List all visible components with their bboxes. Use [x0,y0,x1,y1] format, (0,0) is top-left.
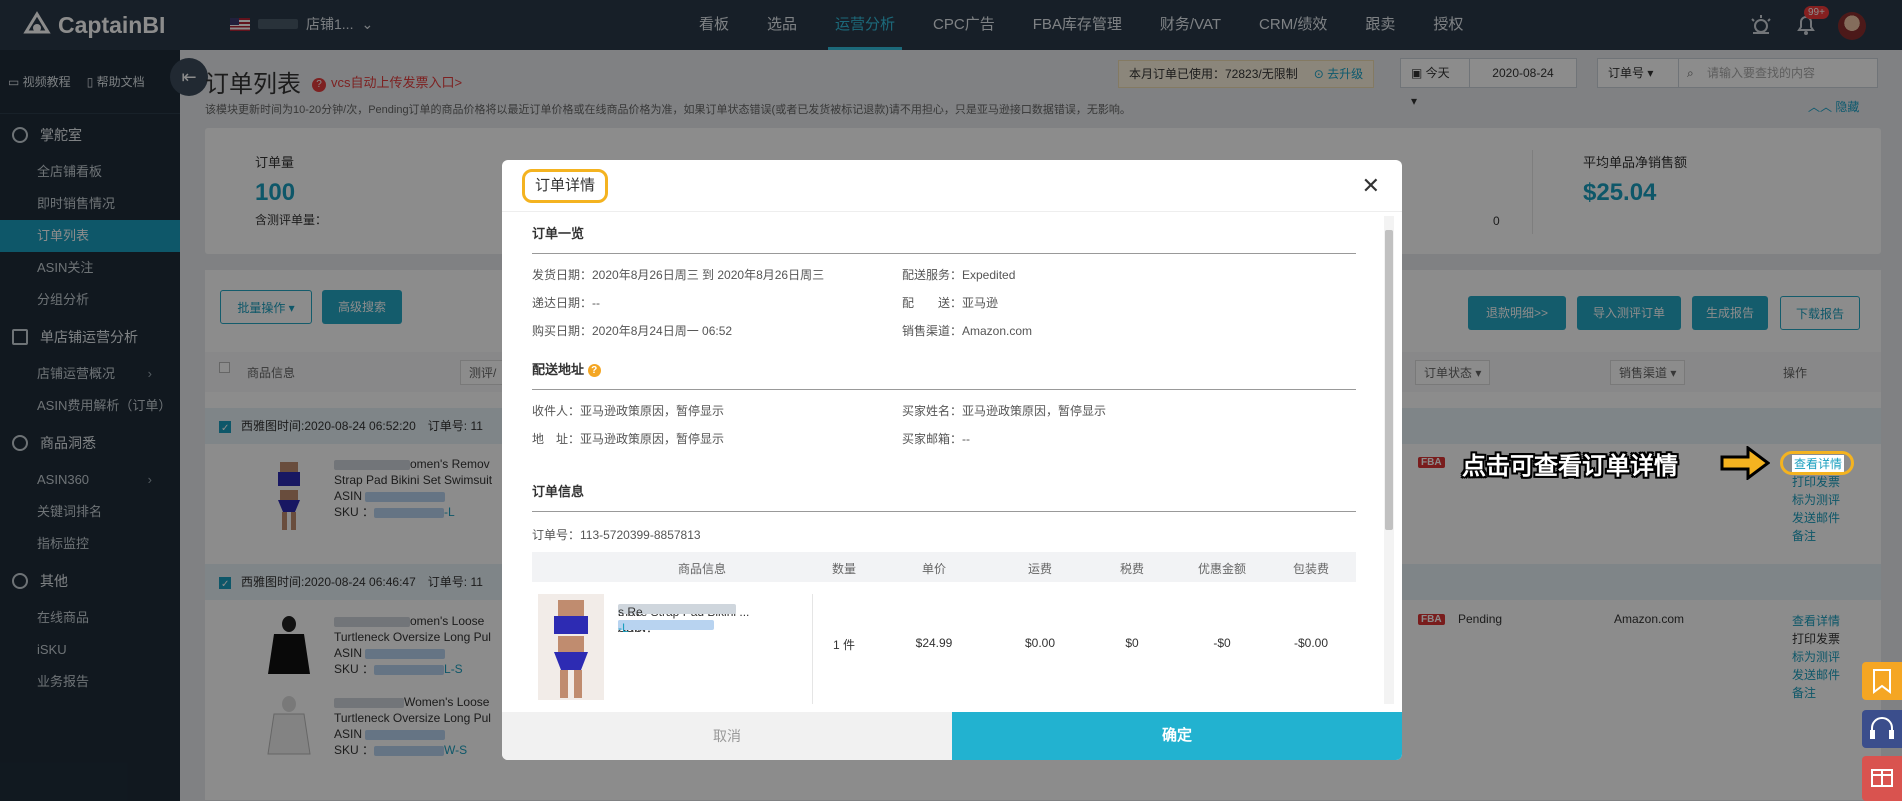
section-overview: 订单一览 [532,212,1356,254]
ship-service: 配送服务：Expedited [902,268,1016,282]
modal-header: 订单详情 ✕ [502,160,1402,212]
buyer-name: 买家姓名：亚马逊政策原因，暂停显示 [902,404,1107,418]
delivery-date: 递达日期：-- [532,296,600,310]
highlight-ring [1780,451,1854,475]
item-tax: $0 [1125,636,1139,650]
sales-channel: 销售渠道：Amazon.com [902,324,1033,338]
help-icon[interactable]: ? [587,364,601,378]
modal-title: 订单详情 [522,169,609,203]
item-packaging: -$0.00 [1293,636,1329,650]
item-shipping: $0.00 [1024,636,1056,650]
modal-body: 订单一览 发货日期：2020年8月26日周三 到 2020年8月26日周三 递达… [532,212,1356,708]
modal-footer: 取消 确定 [502,712,1402,760]
arrow-right-icon [1720,446,1770,480]
divider [812,594,813,704]
gift-icon[interactable] [1862,756,1902,801]
ship-date: 发货日期：2020年8月26日周三 到 2020年8月26日周三 [532,268,825,282]
item-price: $24.99 [915,636,953,650]
confirm-button[interactable]: 确定 [952,712,1402,760]
items-table-row: s Re move Strap Pad Bikini ... ASIN SKU … [532,582,1356,708]
address: 地 址：亚马逊政策原因，暂停显示 [532,432,725,446]
section-info: 订单信息 [532,470,1356,512]
modal-product-info: s Re move Strap Pad Bikini ... ASIN SKU … [618,604,750,635]
callout-text: 点击可查看订单详情 [1462,453,1678,480]
recipient: 收件人：亚马逊政策原因，暂停显示 [532,404,725,418]
shipper: 配 送：亚马逊 [902,296,999,310]
order-number: 订单号：113-5720399-8857813 [532,528,701,542]
product-image [538,594,604,700]
section-address: 配送地址 ? [532,348,1356,390]
support-icon[interactable] [1862,710,1902,748]
bookmark-icon[interactable] [1862,662,1902,700]
item-qty: 1 件 [832,638,855,652]
close-icon[interactable]: ✕ [1362,173,1380,199]
order-detail-modal: 订单详情 ✕ 订单一览 发货日期：2020年8月26日周三 到 2020年8月2… [502,160,1402,760]
modal-scrollbar[interactable] [1384,216,1394,704]
items-table-header: 商品信息 数量 单价 运费 税费 优惠金额 包装费 [532,552,1356,582]
buyer-email: 买家邮箱：-- [902,432,970,446]
purchase-date: 购买日期：2020年8月24日周一 06:52 [532,324,733,338]
cancel-button[interactable]: 取消 [502,712,952,760]
item-discount: -$0 [1213,636,1231,650]
scrollbar-thumb[interactable] [1385,230,1393,530]
